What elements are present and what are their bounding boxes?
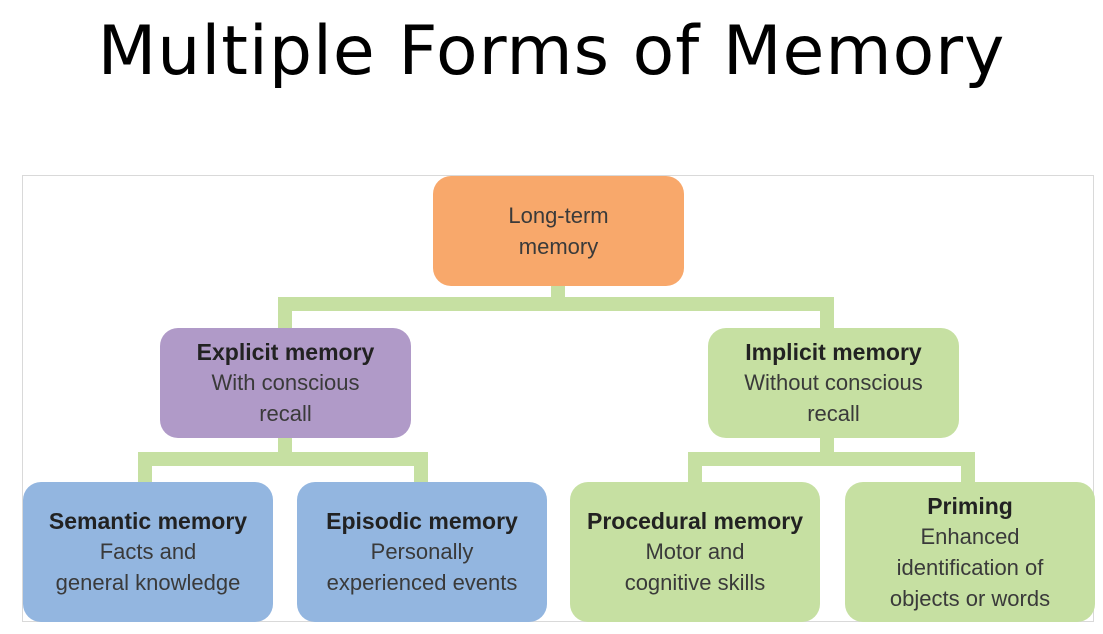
node-implicit-memory-line-2: recall [807, 401, 860, 426]
node-explicit-memory-title: Explicit memory [196, 339, 375, 365]
node-procedural-memory-line-2: cognitive skills [624, 570, 766, 595]
connector-implicit-left-drop [688, 452, 702, 484]
node-semantic-memory-title: Semantic memory [48, 508, 248, 534]
node-episodic-memory-line-2: experienced events [326, 570, 518, 595]
node-implicit-memory-title: Implicit memory [745, 339, 922, 365]
node-semantic-memory-line-2: general knowledge [55, 570, 241, 595]
connector-explicit-left-drop [138, 452, 152, 484]
node-priming: Priming Enhanced identification of objec… [845, 482, 1095, 622]
node-implicit-memory: Implicit memory Without conscious recall [708, 328, 959, 438]
connector-explicit-bar [138, 452, 428, 466]
node-episodic-memory-title: Episodic memory [326, 508, 518, 534]
memory-diagram: Long-term memory Explicit memory With co… [22, 175, 1095, 622]
node-procedural-memory: Procedural memory Motor and cognitive sk… [570, 482, 820, 622]
node-episodic-memory-line-1: Personally [370, 539, 474, 564]
node-priming-title: Priming [927, 492, 1013, 519]
connector-implicit-bar [688, 452, 975, 466]
node-long-term-memory-line-2: memory [518, 234, 599, 259]
connector-root-right-drop [820, 297, 834, 331]
node-explicit-memory: Explicit memory With conscious recall [160, 328, 411, 438]
node-explicit-memory-line-2: recall [259, 401, 312, 426]
node-procedural-memory-line-1: Motor and [645, 539, 745, 564]
node-long-term-memory-line-1: Long-term [508, 203, 609, 228]
node-semantic-memory-line-1: Facts and [99, 539, 197, 564]
node-priming-line-2: identification of [896, 554, 1044, 580]
connector-root-left-drop [278, 297, 292, 331]
node-priming-line-1: Enhanced [920, 523, 1020, 549]
connector-implicit-right-drop [961, 452, 975, 484]
connector-explicit-right-drop [414, 452, 428, 484]
connector-root-bar [278, 297, 834, 311]
node-semantic-memory: Semantic memory Facts and general knowle… [23, 482, 273, 622]
node-long-term-memory: Long-term memory [433, 176, 684, 286]
node-implicit-memory-line-1: Without conscious [744, 370, 923, 395]
slide-title: Multiple Forms of Memory [97, 12, 1006, 91]
node-episodic-memory: Episodic memory Personally experienced e… [297, 482, 547, 622]
node-priming-line-3: objects or words [889, 585, 1051, 611]
node-explicit-memory-line-1: With conscious [211, 370, 360, 395]
node-procedural-memory-title: Procedural memory [586, 508, 804, 534]
